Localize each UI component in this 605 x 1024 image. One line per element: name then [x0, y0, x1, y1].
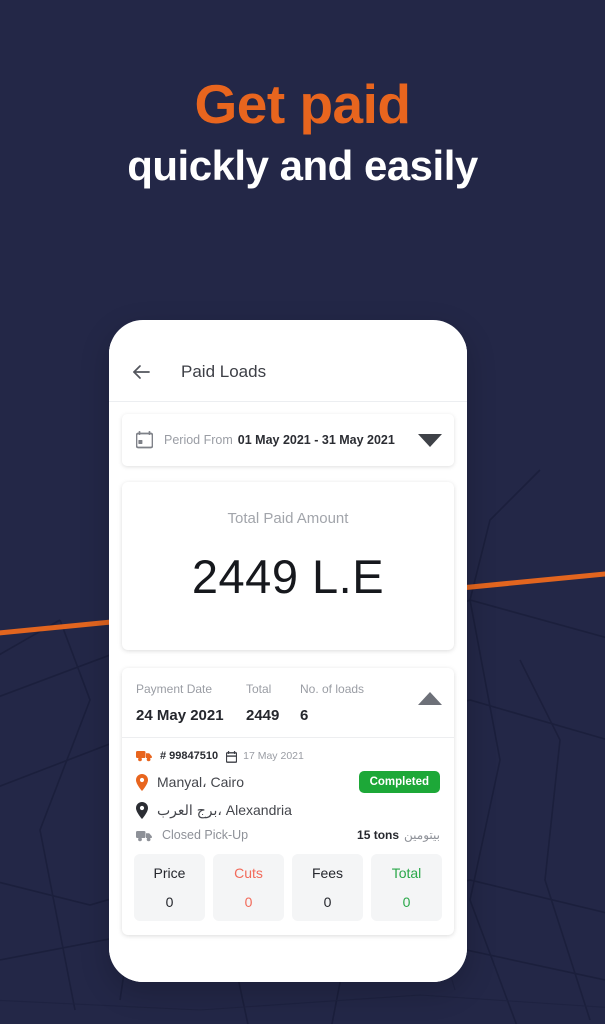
period-filter-label: Period From: [164, 433, 233, 447]
load-stats-row: Price 0 Cuts 0 Fees 0 Total 0: [122, 842, 454, 935]
app-screen: Paid Loads Period From 01 May 2021 - 31 …: [109, 342, 467, 982]
load-weight: 15 tons: [357, 828, 400, 842]
stat-cuts: Cuts 0: [213, 854, 284, 921]
load-vehicle-row: Closed Pick-Up 15 tons بيتومين: [136, 828, 440, 842]
calendar-icon: [225, 750, 238, 763]
load-pickup-row: Manyal، Cairo Completed: [136, 771, 440, 793]
status-badge: Completed: [358, 771, 440, 793]
payment-date-value: 24 May 2021: [136, 707, 224, 724]
period-filter-value: 01 May 2021 - 31 May 2021: [237, 433, 395, 447]
total-paid-amount: 2449 L.E: [191, 550, 385, 603]
stat-fees-value: 0: [323, 894, 332, 910]
load-date: 17 May 2021: [243, 749, 304, 762]
total-paid-label: Total Paid Amount: [227, 510, 349, 527]
payment-loads-column: No. of loads 6: [300, 682, 396, 724]
load-dropoff-row: برج العرب، Alexandria: [136, 802, 440, 819]
period-filter[interactable]: Period From 01 May 2021 - 31 May 2021: [122, 414, 454, 466]
stat-fees: Fees 0: [292, 854, 363, 921]
back-arrow-icon[interactable]: [129, 360, 153, 384]
truck-icon: [136, 829, 153, 842]
payment-loads-label: No. of loads: [300, 682, 365, 696]
headline-block: Get paid quickly and easily: [0, 73, 605, 191]
payment-group-card: Payment Date 24 May 2021 Total 2449 No. …: [122, 668, 454, 935]
payment-date-column: Payment Date 24 May 2021: [136, 682, 246, 724]
stat-fees-label: Fees: [311, 865, 344, 881]
load-vehicle-type: Closed Pick-Up: [162, 828, 249, 842]
load-id: # 99847510: [160, 749, 219, 762]
truck-icon: [136, 749, 153, 762]
payment-group-header[interactable]: Payment Date 24 May 2021 Total 2449 No. …: [122, 682, 454, 724]
stat-cuts-label: Cuts: [234, 865, 263, 881]
payment-total-value: 2449: [246, 707, 280, 724]
stat-cuts-value: 0: [244, 894, 253, 910]
app-bar: Paid Loads: [109, 342, 467, 402]
chevron-down-icon[interactable]: [418, 433, 442, 447]
chevron-up-icon[interactable]: [418, 692, 442, 705]
stat-price-value: 0: [165, 894, 174, 910]
payment-loads-value: 6: [300, 707, 309, 724]
load-pickup-location: Manyal، Cairo: [157, 773, 244, 790]
load-item[interactable]: # 99847510 17 May 2021 Manyal، Cairo Com…: [122, 738, 454, 842]
total-paid-card: Total Paid Amount 2449 L.E: [122, 482, 454, 650]
load-id-row: # 99847510 17 May 2021: [136, 749, 440, 763]
phone-mockup: Paid Loads Period From 01 May 2021 - 31 …: [109, 320, 467, 982]
stat-total-label: Total: [391, 865, 422, 881]
headline-primary: Get paid: [194, 73, 411, 135]
headline-secondary: quickly and easily: [127, 141, 478, 189]
load-cargo-type: بيتومين: [404, 828, 440, 842]
payment-date-label: Payment Date: [136, 682, 213, 696]
stat-price-label: Price: [153, 865, 186, 881]
stat-price: Price 0: [134, 854, 205, 921]
payment-total-label: Total: [246, 682, 272, 696]
stat-total-value: 0: [402, 894, 411, 910]
payment-total-column: Total 2449: [246, 682, 300, 724]
calendar-icon: [135, 431, 154, 449]
stat-total: Total 0: [371, 854, 442, 921]
location-pin-icon: [136, 773, 148, 791]
load-dropoff-location: برج العرب، Alexandria: [157, 802, 292, 818]
location-pin-icon: [136, 802, 148, 819]
page-title: Paid Loads: [181, 361, 267, 381]
